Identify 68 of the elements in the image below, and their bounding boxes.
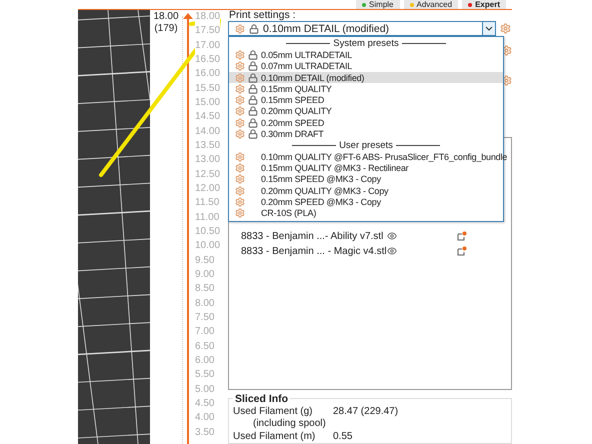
preset-item[interactable]: 0.30mm DRAFT xyxy=(229,128,503,140)
gear-icon xyxy=(501,45,512,56)
edit-settings-icon[interactable] xyxy=(457,246,467,256)
lock-icon xyxy=(248,84,258,94)
mode-button[interactable]: Advanced xyxy=(404,0,458,9)
tick-label: 18.00 xyxy=(195,10,220,24)
mode-button[interactable]: Simple xyxy=(356,0,400,9)
preset-item[interactable]: 0.15mm QUALITY @MK3 - Rectilinear xyxy=(229,162,503,174)
lock-icon xyxy=(248,50,258,60)
mode-button[interactable]: Expert xyxy=(462,0,506,9)
lock-icon xyxy=(248,72,258,83)
slider-thumb[interactable] xyxy=(183,13,193,19)
preset-item[interactable]: 0.20mm QUALITY xyxy=(229,106,503,118)
lock-icon xyxy=(248,106,258,116)
preset-item[interactable]: 0.20mm SPEED xyxy=(229,117,503,128)
gear-icon xyxy=(235,61,245,72)
gear-icon xyxy=(235,196,245,207)
print-settings-label: Print settings : xyxy=(229,10,297,21)
lock-icon xyxy=(248,129,258,140)
edit-settings-icon[interactable] xyxy=(457,231,467,242)
eye-icon[interactable] xyxy=(387,231,397,242)
gear-icon xyxy=(235,174,245,184)
lock-icon xyxy=(248,95,258,106)
preset-item[interactable]: 0.15mm QUALITY xyxy=(229,83,503,94)
layer-number: (179) xyxy=(154,23,178,35)
info-value: 28.47 (229.47) xyxy=(333,406,400,419)
preset-item[interactable]: 0.05mm ULTRADETAIL xyxy=(229,49,503,61)
tick-label: 17.00 xyxy=(195,38,220,53)
print-settings-dropdown[interactable]: 0.10mm DETAIL (modified) xyxy=(228,21,496,36)
info-label: Used Filament (g) (including spool) xyxy=(233,406,327,430)
gear-icon xyxy=(235,106,245,116)
object-name: 8833 - Benjamin ...- Ability v7.stl xyxy=(241,230,384,242)
info-label: Used Filament (m) xyxy=(233,430,316,443)
gear-icon xyxy=(235,129,245,140)
gear-icon xyxy=(235,95,245,106)
lock-icon xyxy=(248,118,258,128)
layer-height-value: 18.00 xyxy=(153,11,179,23)
gear-icon xyxy=(235,208,245,218)
lock-icon xyxy=(248,61,258,72)
preset-item[interactable]: 0.07mm ULTRADETAIL xyxy=(229,60,503,72)
preset-item[interactable]: 0.15mm SPEED @MK3 - Copy xyxy=(229,174,503,185)
group-header: System presets xyxy=(333,38,399,50)
info-value: 0.55 xyxy=(333,430,354,443)
sliced-info-title: Sliced Info xyxy=(233,392,290,405)
gear-icon xyxy=(500,23,511,34)
tick-label: 17.50 xyxy=(195,24,220,39)
preset-item[interactable]: CR-10S (PLA) xyxy=(229,207,503,219)
gear-icon xyxy=(235,118,245,128)
object-name: 8833 - Benjamin ... - Magic v4.stl xyxy=(241,246,387,257)
gear-icon xyxy=(235,84,245,94)
object-row[interactable]: 8833 - Benjamin ...- Ability v7.stl xyxy=(241,230,511,243)
preset-item[interactable]: 0.20mm QUALITY @MK3 - Copy xyxy=(229,184,503,196)
gear-icon xyxy=(235,50,245,60)
gear-icon xyxy=(235,162,245,173)
gear-icon xyxy=(235,72,245,83)
gear-icon xyxy=(235,186,245,196)
chevron-down-icon[interactable] xyxy=(482,22,495,35)
selected-preset: 0.10mm DETAIL (modified) xyxy=(263,22,390,34)
gear-icon xyxy=(235,152,245,162)
preset-item[interactable]: 0.20mm SPEED @MK3 - Copy xyxy=(229,196,503,208)
gear-icon xyxy=(501,74,512,86)
object-row[interactable]: 8833 - Benjamin ... - Magic v4.stl xyxy=(241,244,511,258)
preset-item[interactable]: 0.15mm SPEED xyxy=(229,94,503,106)
lock-icon xyxy=(249,24,259,34)
group-header: User presets xyxy=(339,140,393,151)
preset-item[interactable]: 0.10mm DETAIL (modified) xyxy=(229,72,503,84)
eye-icon[interactable] xyxy=(387,246,397,256)
gear-icon xyxy=(235,24,245,34)
